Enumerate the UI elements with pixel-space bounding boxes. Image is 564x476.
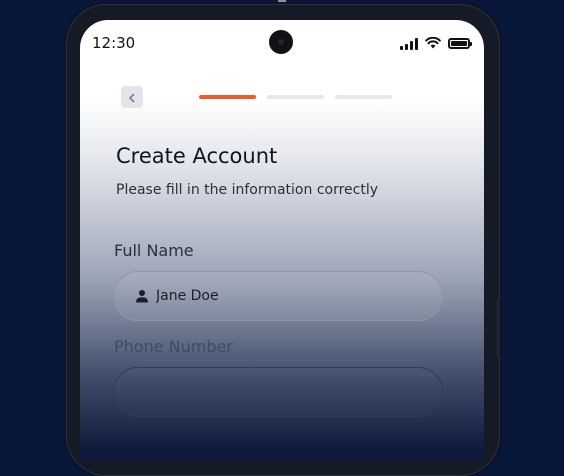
full-name-field[interactable] [113,271,443,321]
progress-step-3 [335,95,392,99]
page-title: Create Account [116,144,278,168]
person-icon [134,288,150,304]
page-subtitle: Please fill in the information correctly [116,182,379,198]
progress-step-2 [267,95,324,99]
full-name-label: Full Name [114,241,194,260]
phone-number-field[interactable] [113,367,443,417]
battery-icon [448,38,472,49]
back-button[interactable] [121,86,143,108]
status-icons [400,34,472,53]
phone-screen: 12:30 Create Account Please fill in the … [80,20,484,460]
full-name-input[interactable] [156,288,406,304]
status-bar: 12:30 [80,20,484,66]
phone-number-input[interactable] [156,384,406,400]
progress-step-1 [199,95,256,99]
phone-icon [134,384,150,400]
phone-number-label: Phone Number [114,337,233,356]
phone-side-button [496,300,500,356]
status-time: 12:30 [92,34,136,52]
signal-icon [400,37,418,50]
wifi-icon [425,34,441,53]
front-camera [269,30,293,54]
chevron-left-icon [127,88,137,107]
step-progress [199,95,392,99]
